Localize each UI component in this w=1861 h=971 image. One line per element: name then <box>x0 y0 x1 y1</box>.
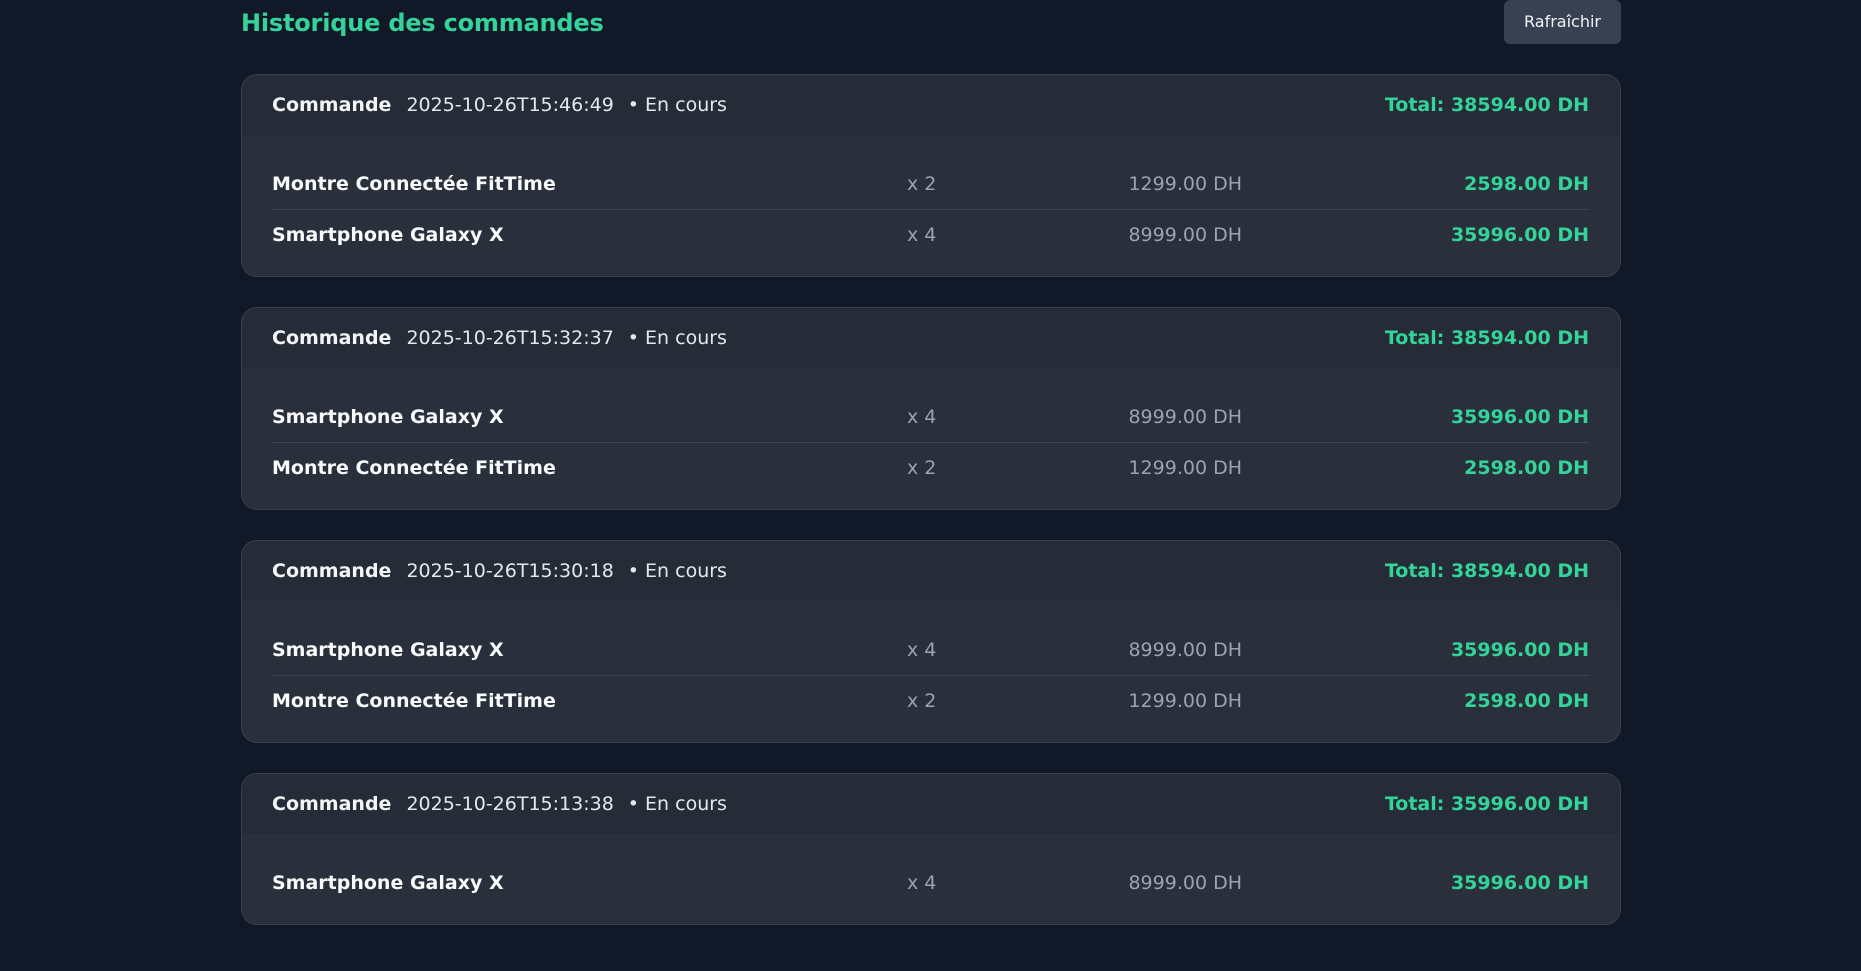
item-quantity: x 2 <box>907 173 937 195</box>
item-unit-price: 8999.00 DH <box>1128 639 1242 661</box>
item-unit-price: 8999.00 DH <box>1128 406 1242 428</box>
order-date: 2025-10-26T15:13:38 <box>406 793 614 815</box>
order-total: Total: 38594.00 DH <box>1384 560 1589 582</box>
order-status: • En cours <box>627 560 727 582</box>
orders-list: Commande 2025-10-26T15:46:49 • En cours … <box>241 74 1621 955</box>
page-title: Historique des commandes <box>241 9 604 37</box>
order-date: 2025-10-26T15:32:37 <box>406 327 614 349</box>
item-quantity: x 2 <box>907 457 937 479</box>
item-name: Smartphone Galaxy X <box>272 406 504 428</box>
order-status: • En cours <box>627 327 727 349</box>
item-line-total: 2598.00 DH <box>1464 690 1589 712</box>
order-label: Commande <box>272 560 392 582</box>
item-quantity: x 4 <box>907 639 937 661</box>
order-item-row: Montre Connectée FitTime x 2 1299.00 DH … <box>272 159 1589 210</box>
refresh-button[interactable]: Rafraîchir <box>1504 0 1621 44</box>
order-item-row: Smartphone Galaxy X x 4 8999.00 DH 35996… <box>272 210 1589 260</box>
order-card: Commande 2025-10-26T15:30:18 • En cours … <box>241 540 1621 743</box>
page-header: Historique des commandes Rafraîchir <box>241 0 1621 48</box>
item-name: Smartphone Galaxy X <box>272 872 504 894</box>
item-quantity: x 4 <box>907 224 937 246</box>
order-items: Smartphone Galaxy X x 4 8999.00 DH 35996… <box>242 368 1620 509</box>
item-unit-price: 1299.00 DH <box>1128 457 1242 479</box>
item-line-total: 2598.00 DH <box>1464 173 1589 195</box>
order-header: Commande 2025-10-26T15:13:38 • En cours … <box>242 774 1620 834</box>
order-total: Total: 38594.00 DH <box>1384 327 1589 349</box>
order-item-row: Montre Connectée FitTime x 2 1299.00 DH … <box>272 443 1589 493</box>
order-label: Commande <box>272 793 392 815</box>
item-name: Smartphone Galaxy X <box>272 224 504 246</box>
item-quantity: x 2 <box>907 690 937 712</box>
item-line-total: 2598.00 DH <box>1464 457 1589 479</box>
item-line-total: 35996.00 DH <box>1450 639 1589 661</box>
order-items: Smartphone Galaxy X x 4 8999.00 DH 35996… <box>242 834 1620 924</box>
item-quantity: x 4 <box>907 872 937 894</box>
item-name: Montre Connectée FitTime <box>272 173 556 195</box>
order-total: Total: 35996.00 DH <box>1384 793 1589 815</box>
item-name: Montre Connectée FitTime <box>272 457 556 479</box>
order-item-row: Montre Connectée FitTime x 2 1299.00 DH … <box>272 676 1589 726</box>
item-line-total: 35996.00 DH <box>1450 224 1589 246</box>
order-label: Commande <box>272 94 392 116</box>
order-item-row: Smartphone Galaxy X x 4 8999.00 DH 35996… <box>272 392 1589 443</box>
order-label: Commande <box>272 327 392 349</box>
orders-page: Historique des commandes Rafraîchir Comm… <box>241 0 1621 925</box>
item-name: Montre Connectée FitTime <box>272 690 556 712</box>
order-header: Commande 2025-10-26T15:32:37 • En cours … <box>242 308 1620 368</box>
item-quantity: x 4 <box>907 406 937 428</box>
order-card: Commande 2025-10-26T15:13:38 • En cours … <box>241 773 1621 925</box>
order-item-row: Smartphone Galaxy X x 4 8999.00 DH 35996… <box>272 625 1589 676</box>
item-unit-price: 1299.00 DH <box>1128 173 1242 195</box>
item-line-total: 35996.00 DH <box>1450 872 1589 894</box>
order-date: 2025-10-26T15:46:49 <box>406 94 614 116</box>
order-items: Smartphone Galaxy X x 4 8999.00 DH 35996… <box>242 601 1620 742</box>
order-card: Commande 2025-10-26T15:46:49 • En cours … <box>241 74 1621 277</box>
order-status: • En cours <box>627 94 727 116</box>
order-total: Total: 38594.00 DH <box>1384 94 1589 116</box>
item-line-total: 35996.00 DH <box>1450 406 1589 428</box>
order-date: 2025-10-26T15:30:18 <box>406 560 614 582</box>
order-item-row: Smartphone Galaxy X x 4 8999.00 DH 35996… <box>272 858 1589 908</box>
order-status: • En cours <box>627 793 727 815</box>
item-unit-price: 1299.00 DH <box>1128 690 1242 712</box>
item-name: Smartphone Galaxy X <box>272 639 504 661</box>
order-header: Commande 2025-10-26T15:30:18 • En cours … <box>242 541 1620 601</box>
order-items: Montre Connectée FitTime x 2 1299.00 DH … <box>242 135 1620 276</box>
item-unit-price: 8999.00 DH <box>1128 872 1242 894</box>
item-unit-price: 8999.00 DH <box>1128 224 1242 246</box>
order-card: Commande 2025-10-26T15:32:37 • En cours … <box>241 307 1621 510</box>
order-header: Commande 2025-10-26T15:46:49 • En cours … <box>242 75 1620 135</box>
